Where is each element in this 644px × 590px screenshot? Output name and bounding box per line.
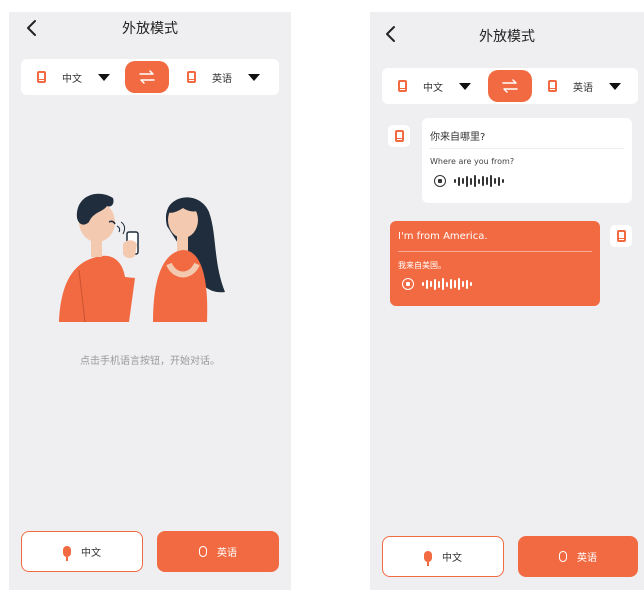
source-language-label: 中文 bbox=[423, 82, 443, 94]
phone-icon bbox=[548, 80, 557, 92]
speak-source-label: 中文 bbox=[81, 548, 101, 559]
audio-play-control[interactable] bbox=[434, 175, 504, 187]
left-screen: 外放模式 中文 英语 点击手机语言按钮，开始对话。 中文 英语 bbox=[9, 12, 291, 590]
speak-target-label: 英语 bbox=[577, 553, 597, 564]
swap-languages-button[interactable] bbox=[488, 70, 532, 102]
speaker-icon bbox=[402, 278, 414, 290]
phone-icon bbox=[398, 80, 407, 92]
source-language-selector[interactable]: 中文 bbox=[37, 59, 110, 95]
speaker-icon bbox=[434, 175, 446, 187]
source-language-label: 中文 bbox=[62, 73, 82, 85]
message-divider bbox=[398, 251, 592, 252]
swap-arrows-icon bbox=[139, 70, 155, 84]
target-language-selector[interactable]: 英语 bbox=[187, 59, 260, 95]
speak-target-button[interactable]: 英语 bbox=[157, 531, 279, 572]
caret-down-icon bbox=[248, 73, 260, 81]
swap-arrows-icon bbox=[502, 79, 518, 93]
top-bar: 外放模式 bbox=[9, 12, 291, 48]
phone-icon bbox=[394, 130, 404, 142]
conversation-illustration bbox=[59, 193, 225, 322]
phone-icon bbox=[37, 71, 46, 83]
target-language-label: 英语 bbox=[573, 82, 593, 94]
right-screen: 外放模式 中文 英语 你来自哪里? Where are you from? I'… bbox=[370, 12, 644, 590]
speak-source-button[interactable]: 中文 bbox=[21, 531, 143, 572]
top-bar: 外放模式 bbox=[370, 12, 644, 48]
speak-source-button[interactable]: 中文 bbox=[382, 536, 504, 577]
message-divider bbox=[430, 148, 624, 149]
audio-play-control[interactable] bbox=[402, 278, 472, 290]
message-translation-text: 我来自美国。 bbox=[398, 261, 446, 270]
message-translation-text: Where are you from? bbox=[430, 157, 515, 166]
language-selector-bar: 中文 英语 bbox=[21, 59, 279, 95]
message-bubble-outgoing: I'm from America. 我来自美国。 bbox=[390, 221, 600, 306]
caret-down-icon bbox=[609, 82, 621, 90]
audio-waveform bbox=[422, 278, 472, 290]
microphone-icon bbox=[424, 551, 432, 566]
microphone-icon bbox=[63, 546, 71, 561]
microphone-icon bbox=[559, 551, 567, 562]
phone-icon bbox=[616, 230, 626, 242]
speak-target-label: 英语 bbox=[217, 548, 237, 559]
message-bubble-incoming: 你来自哪里? Where are you from? bbox=[422, 118, 632, 203]
target-language-selector[interactable]: 英语 bbox=[548, 68, 621, 104]
hint-text: 点击手机语言按钮，开始对话。 bbox=[80, 356, 220, 367]
message-original-text: 你来自哪里? bbox=[430, 132, 486, 143]
page-title: 外放模式 bbox=[479, 29, 535, 45]
audio-waveform bbox=[454, 175, 504, 187]
swap-languages-button[interactable] bbox=[125, 61, 169, 93]
caret-down-icon bbox=[98, 73, 110, 81]
phone-avatar bbox=[610, 225, 632, 247]
phone-icon bbox=[187, 71, 196, 83]
microphone-icon bbox=[199, 546, 207, 557]
language-selector-bar: 中文 英语 bbox=[382, 68, 638, 104]
phone-avatar bbox=[388, 125, 410, 147]
source-language-selector[interactable]: 中文 bbox=[398, 68, 471, 104]
target-language-label: 英语 bbox=[212, 73, 232, 85]
page-title: 外放模式 bbox=[122, 21, 178, 37]
speak-target-button[interactable]: 英语 bbox=[518, 536, 638, 577]
caret-down-icon bbox=[459, 82, 471, 90]
message-original-text: I'm from America. bbox=[398, 231, 488, 242]
speak-source-label: 中文 bbox=[442, 553, 462, 564]
